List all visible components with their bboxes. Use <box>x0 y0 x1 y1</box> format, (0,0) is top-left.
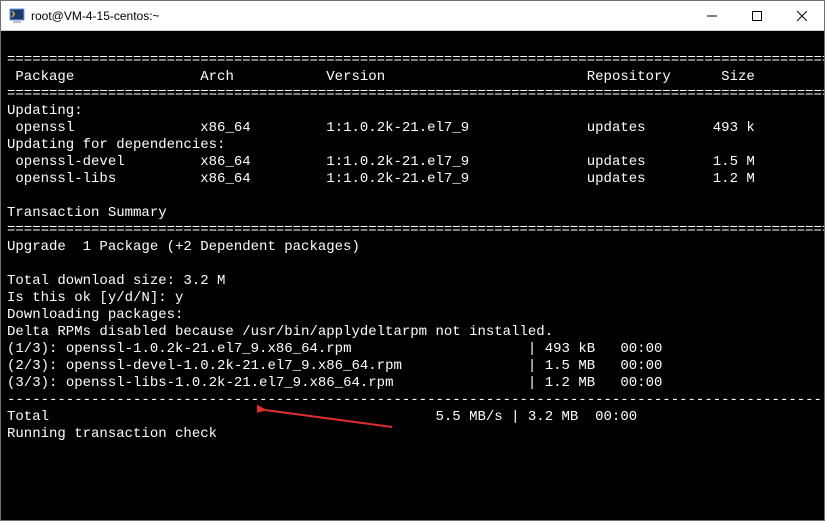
separator: ========================================… <box>7 86 818 103</box>
window-title: root@VM-4-15-centos:~ <box>31 9 689 23</box>
titlebar[interactable]: root@VM-4-15-centos:~ <box>1 1 824 31</box>
separator: ========================================… <box>7 222 818 239</box>
separator: ----------------------------------------… <box>7 392 818 409</box>
download-row: (1/3): openssl-1.0.2k-21.el7_9.x86_64.rp… <box>7 341 818 358</box>
close-button[interactable] <box>779 1 824 30</box>
download-row: (2/3): openssl-devel-1.0.2k-21.el7_9.x86… <box>7 358 818 375</box>
package-row: openssl-devel x86_64 1:1.0.2k-21.el7_9 u… <box>7 154 818 171</box>
running-check: Running transaction check <box>7 426 818 443</box>
blank-line <box>7 35 818 52</box>
blank-line <box>7 188 818 205</box>
section-updating: Updating: <box>7 103 818 120</box>
putty-icon <box>9 8 25 24</box>
blank-line <box>7 256 818 273</box>
minimize-button[interactable] <box>689 1 734 30</box>
delta-rpms-notice: Delta RPMs disabled because /usr/bin/app… <box>7 324 818 341</box>
package-row: openssl x86_64 1:1.0.2k-21.el7_9 updates… <box>7 120 818 137</box>
terminal-body[interactable]: ========================================… <box>1 31 824 520</box>
maximize-button[interactable] <box>734 1 779 30</box>
prompt-answer: y <box>175 290 183 306</box>
section-updating-deps: Updating for dependencies: <box>7 137 818 154</box>
package-row: openssl-libs x86_64 1:1.0.2k-21.el7_9 up… <box>7 171 818 188</box>
total-row: Total 5.5 MB/s | 3.2 MB 00:00 <box>7 409 818 426</box>
upgrade-summary: Upgrade 1 Package (+2 Dependent packages… <box>7 239 818 256</box>
transaction-summary: Transaction Summary <box>7 205 818 222</box>
window-controls <box>689 1 824 30</box>
separator: ========================================… <box>7 52 818 69</box>
downloading-packages: Downloading packages: <box>7 307 818 324</box>
column-headers: Package Arch Version Repository Size <box>7 69 818 86</box>
total-download-size: Total download size: 3.2 M <box>7 273 818 290</box>
download-row: (3/3): openssl-libs-1.0.2k-21.el7_9.x86_… <box>7 375 818 392</box>
terminal-window: root@VM-4-15-centos:~ ==================… <box>0 0 825 521</box>
confirm-prompt: Is this ok [y/d/N]: y <box>7 290 818 307</box>
